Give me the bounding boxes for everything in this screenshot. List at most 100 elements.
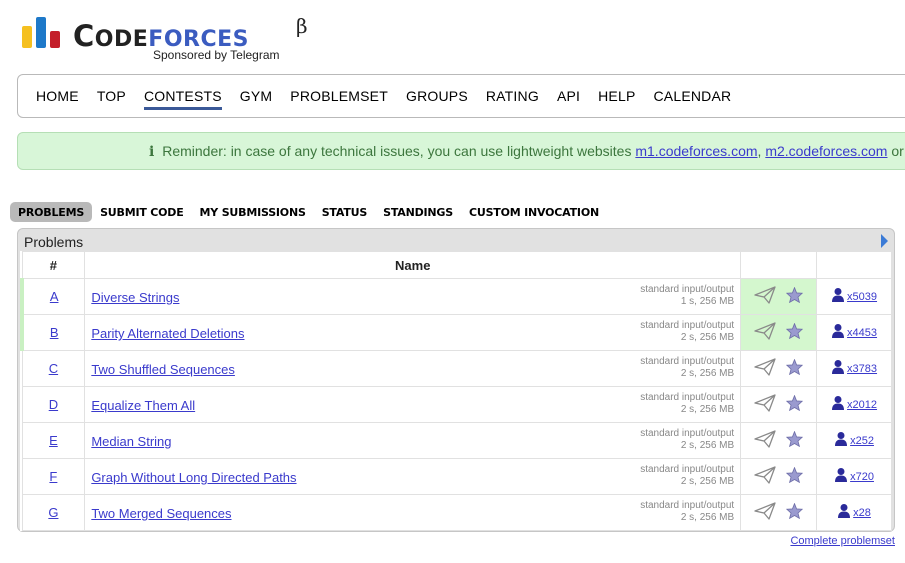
submenu-problems[interactable]: PROBLEMS bbox=[10, 202, 93, 222]
problem-id-link[interactable]: G bbox=[48, 505, 58, 520]
paper-plane-icon[interactable] bbox=[754, 394, 776, 415]
main-menu: HOME TOP CONTESTS GYM PROBLEMSET GROUPS RATING… bbox=[17, 74, 905, 118]
reminder-sep: , bbox=[757, 143, 762, 159]
complete-problemset: Complete problemset bbox=[790, 535, 895, 547]
problem-limits: standard input/output 2 s, 256 MB bbox=[640, 320, 734, 344]
star-icon[interactable] bbox=[785, 430, 804, 450]
table-row: E Median String standard input/output 2 s, … bbox=[21, 422, 892, 459]
reminder-message: Reminder: in case of any technical issue… bbox=[162, 143, 632, 159]
solved-count-link[interactable]: x4453 bbox=[847, 327, 877, 339]
star-icon[interactable] bbox=[785, 394, 804, 414]
solved-count-link[interactable]: x3783 bbox=[847, 363, 877, 375]
menu-item-gym[interactable]: GYM bbox=[240, 88, 273, 110]
problem-id-link[interactable]: A bbox=[50, 289, 59, 304]
problem-id-link[interactable]: B bbox=[50, 325, 59, 340]
menu-item-home[interactable]: HOME bbox=[36, 88, 79, 110]
reminder-or: or bbox=[891, 143, 904, 159]
contest-submenu: PROBLEMS SUBMIT CODE MY SUBMISSIONS STATUS S… bbox=[10, 202, 607, 222]
problem-time-memory: 2 s, 256 MB bbox=[680, 512, 735, 523]
expand-arrow-icon[interactable] bbox=[881, 234, 888, 248]
problems-table: # Name A Diverse Strings standard input/ou… bbox=[20, 251, 892, 531]
user-icon bbox=[834, 431, 848, 450]
menu-item-problemset[interactable]: PROBLEMSET bbox=[290, 88, 388, 110]
solved-count-link[interactable]: x720 bbox=[850, 471, 874, 483]
problem-name-link[interactable]: Graph Without Long Directed Paths bbox=[91, 470, 296, 485]
problem-io: standard input/output bbox=[640, 464, 735, 475]
problem-solved-cell: x2012 bbox=[816, 386, 892, 423]
paper-plane-icon[interactable] bbox=[754, 502, 776, 523]
star-icon[interactable] bbox=[785, 322, 804, 342]
problem-id-cell: G bbox=[21, 494, 86, 531]
problem-name-link[interactable]: Two Merged Sequences bbox=[91, 506, 231, 521]
problem-name-link[interactable]: Two Shuffled Sequences bbox=[91, 362, 235, 377]
paper-plane-icon[interactable] bbox=[754, 466, 776, 487]
paper-plane-icon[interactable] bbox=[754, 430, 776, 451]
problem-name-link[interactable]: Equalize Them All bbox=[91, 398, 195, 413]
problem-io: standard input/output bbox=[640, 392, 735, 403]
problem-actions-cell bbox=[740, 314, 818, 351]
solved-count-link[interactable]: x252 bbox=[850, 435, 874, 447]
submenu-standings[interactable]: STANDINGS bbox=[375, 202, 461, 222]
menu-item-help[interactable]: HELP bbox=[598, 88, 635, 110]
problem-limits: standard input/output 2 s, 256 MB bbox=[640, 500, 734, 524]
solved-count-link[interactable]: x28 bbox=[853, 507, 871, 519]
problem-solved-cell: x3783 bbox=[816, 350, 892, 387]
problem-id-cell: A bbox=[20, 278, 86, 315]
submenu-custom-invocation[interactable]: CUSTOM INVOCATION bbox=[461, 202, 607, 222]
paper-plane-icon[interactable] bbox=[754, 358, 776, 379]
problem-id-link[interactable]: D bbox=[49, 397, 58, 412]
m2-link[interactable]: m2.codeforces.com bbox=[765, 143, 887, 159]
problem-io: standard input/output bbox=[640, 320, 735, 331]
problem-id-link[interactable]: E bbox=[49, 433, 58, 448]
menu-item-rating[interactable]: RATING bbox=[486, 88, 539, 110]
user-icon bbox=[831, 323, 845, 342]
problem-name-link[interactable]: Parity Alternated Deletions bbox=[91, 326, 244, 341]
menu-item-api[interactable]: API bbox=[557, 88, 580, 110]
problem-solved-cell: x28 bbox=[816, 494, 892, 531]
problem-limits: standard input/output 2 s, 256 MB bbox=[640, 464, 734, 488]
star-icon[interactable] bbox=[785, 466, 804, 486]
header-solved bbox=[816, 251, 892, 279]
header-name: Name bbox=[84, 251, 742, 279]
logo-sponsor: Sponsored by Telegram bbox=[153, 48, 280, 62]
header-id: # bbox=[21, 251, 86, 279]
problem-time-memory: 2 s, 256 MB bbox=[680, 476, 735, 487]
star-icon[interactable] bbox=[785, 502, 804, 522]
paper-plane-icon[interactable] bbox=[754, 286, 776, 307]
complete-problemset-link[interactable]: Complete problemset bbox=[790, 535, 895, 547]
codeforces-logo[interactable]: CODEFORCES β Sponsored by Telegram bbox=[22, 14, 322, 64]
submenu-status[interactable]: STATUS bbox=[314, 202, 375, 222]
star-icon[interactable] bbox=[785, 286, 804, 306]
submenu-submit-code[interactable]: SUBMIT CODE bbox=[92, 202, 191, 222]
logo-bars-icon bbox=[22, 14, 66, 48]
user-icon bbox=[831, 287, 845, 306]
m1-link[interactable]: m1.codeforces.com bbox=[635, 143, 757, 159]
logo-beta: β bbox=[296, 14, 308, 38]
problem-io: standard input/output bbox=[640, 500, 735, 511]
problem-name-link[interactable]: Median String bbox=[91, 434, 171, 449]
problem-solved-cell: x5039 bbox=[816, 278, 892, 315]
submenu-my-submissions[interactable]: MY SUBMISSIONS bbox=[192, 202, 314, 222]
problem-time-memory: 2 s, 256 MB bbox=[680, 368, 735, 379]
problem-name-link[interactable]: Diverse Strings bbox=[91, 290, 179, 305]
menu-item-top[interactable]: TOP bbox=[97, 88, 126, 110]
paper-plane-icon[interactable] bbox=[754, 322, 776, 343]
menu-item-calendar[interactable]: CALENDAR bbox=[653, 88, 731, 110]
table-row: B Parity Alternated Deletions standard inp… bbox=[20, 314, 892, 351]
problem-limits: standard input/output 1 s, 256 MB bbox=[640, 284, 734, 308]
problem-solved-cell: x720 bbox=[816, 458, 892, 495]
problem-io: standard input/output bbox=[640, 284, 735, 295]
problem-name-cell: Diverse Strings standard input/output 1 s,… bbox=[84, 278, 742, 315]
problem-limits: standard input/output 2 s, 256 MB bbox=[640, 356, 734, 380]
table-row: G Two Merged Sequences standard input/outp… bbox=[21, 494, 892, 531]
problem-id-link[interactable]: F bbox=[49, 469, 57, 484]
menu-item-contests[interactable]: CONTESTS bbox=[143, 88, 222, 110]
problem-name-cell: Parity Alternated Deletions standard inpu… bbox=[84, 314, 742, 351]
problem-id-link[interactable]: C bbox=[49, 361, 58, 376]
solved-count-link[interactable]: x5039 bbox=[847, 291, 877, 303]
menu-item-groups[interactable]: GROUPS bbox=[406, 88, 468, 110]
problem-time-memory: 2 s, 256 MB bbox=[680, 404, 735, 415]
star-icon[interactable] bbox=[785, 358, 804, 378]
box-title: Problems bbox=[24, 234, 84, 250]
solved-count-link[interactable]: x2012 bbox=[847, 399, 877, 411]
